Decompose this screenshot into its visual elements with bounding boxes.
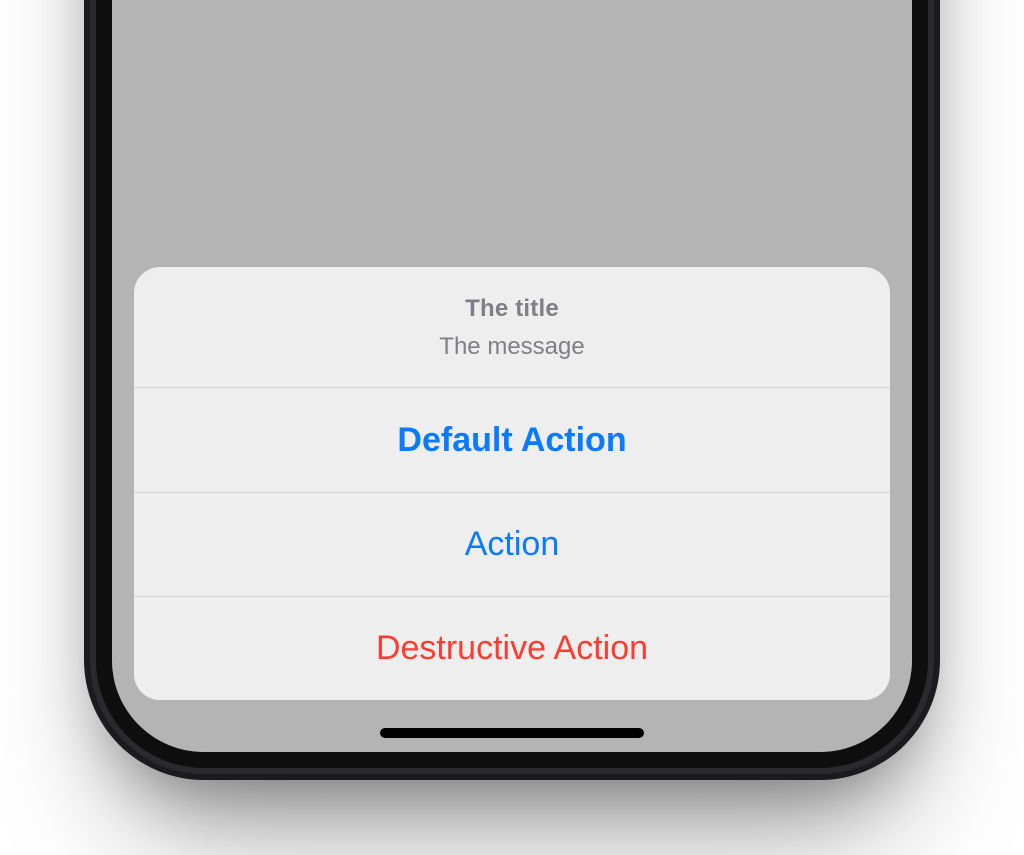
action-sheet-title: The title bbox=[154, 295, 870, 323]
action-sheet-container: The title The message Default Action Act… bbox=[134, 267, 890, 700]
phone-screen: The title The message Default Action Act… bbox=[112, 0, 912, 752]
home-indicator[interactable] bbox=[380, 728, 644, 738]
phone-frame: The title The message Default Action Act… bbox=[84, 0, 940, 780]
destructive-action-button[interactable]: Destructive Action bbox=[134, 596, 890, 700]
action-sheet-message: The message bbox=[154, 333, 870, 361]
action-button[interactable]: Action bbox=[134, 492, 890, 596]
default-action-label: Default Action bbox=[397, 421, 626, 460]
destructive-action-label: Destructive Action bbox=[376, 629, 648, 668]
action-sheet-header: The title The message bbox=[134, 267, 890, 387]
action-sheet: The title The message Default Action Act… bbox=[134, 267, 890, 700]
stage: The title The message Default Action Act… bbox=[0, 0, 1024, 855]
default-action-button[interactable]: Default Action bbox=[134, 388, 890, 492]
action-label: Action bbox=[465, 525, 560, 564]
